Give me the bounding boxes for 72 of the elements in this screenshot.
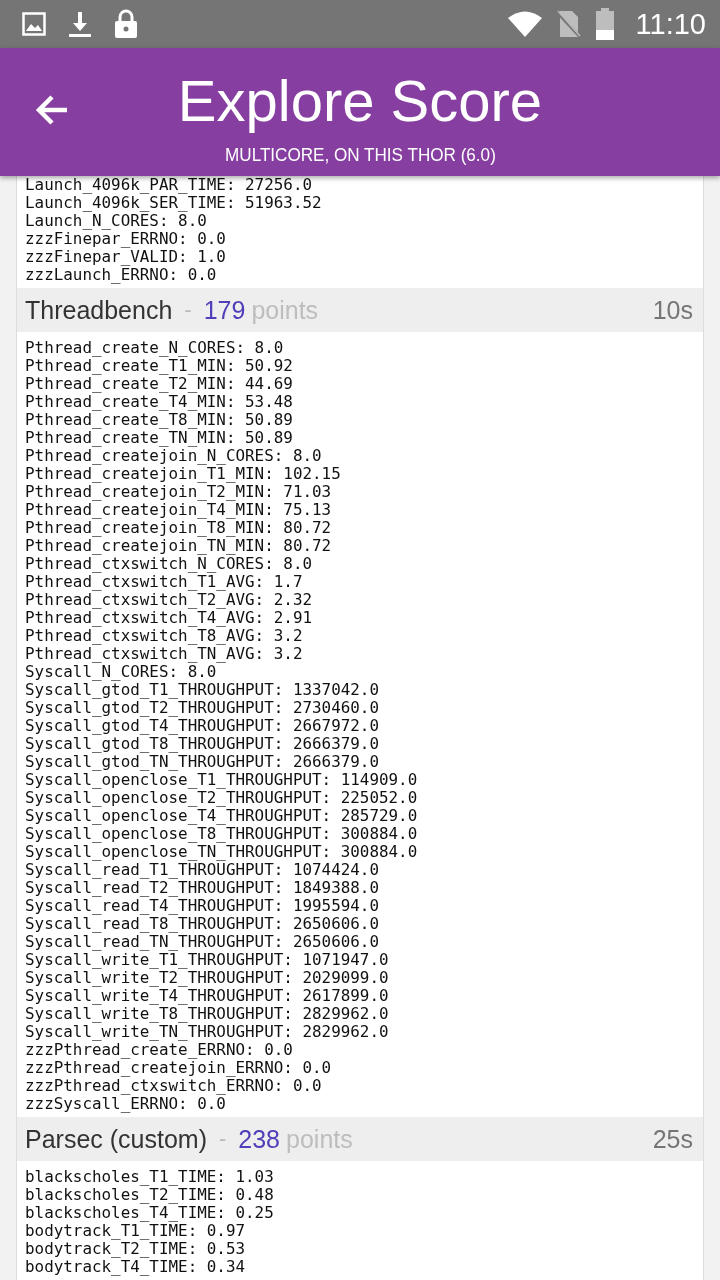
result-line: Syscall_gtod_T4_THROUGHPUT: 2667972.0 [25,717,380,735]
wifi-icon [507,11,542,37]
page-title: Explore Score [177,70,543,132]
result-line: Pthread_ctxswitch_T2_AVG: 2.32 [25,591,313,609]
download-icon [68,10,92,38]
result-line: Pthread_ctxswitch_TN_AVG: 3.2 [25,645,304,663]
result-line: Syscall_read_T4_THROUGHPUT: 1995594.0 [25,897,380,915]
result-line: Pthread_create_T2_MIN: 44.69 [25,375,294,393]
result-line: Syscall_openclose_T1_THROUGHPUT: 114909.0 [25,771,419,789]
result-line: Pthread_createjoin_T2_MIN: 71.03 [25,483,333,501]
result-line: Syscall_write_TN_THROUGHPUT: 2829962.0 [25,1023,390,1041]
result-line: Syscall_read_T2_THROUGHPUT: 1849388.0 [25,879,380,897]
result-line: bodytrack_T1_TIME: 0.97 [25,1222,247,1240]
result-line: Syscall_openclose_T4_THROUGHPUT: 285729.0 [25,807,419,825]
result-line: Pthread_create_T8_MIN: 50.89 [25,411,294,429]
result-line: Pthread_create_T1_MIN: 50.92 [25,357,294,375]
result-line: zzzPthread_ctxswitch_ERRNO: 0.0 [25,1077,323,1095]
result-line: blackscholes_T4_TIME: 0.25 [25,1204,275,1222]
result-line: Pthread_create_N_CORES: 8.0 [25,339,285,357]
result-line: zzzSyscall_ERRNO: 0.0 [25,1095,226,1113]
duration-text: 10s [652,295,693,325]
result-line: Syscall_gtod_T1_THROUGHPUT: 1337042.0 [25,681,380,699]
result-line: blackscholes_T1_TIME: 1.03 [25,1168,275,1186]
section-title: Parsec (custom) [25,1124,207,1154]
result-line: Pthread_create_TN_MIN: 50.89 [25,429,294,447]
separator-dash: - [219,1126,227,1152]
result-line: zzzPthread_create_ERRNO: 0.0 [25,1041,294,1059]
points-value: 179 [203,295,246,325]
result-line: Syscall_write_T8_THROUGHPUT: 2829962.0 [25,1005,390,1023]
result-line: bodytrack_T4_TIME: 0.34 [25,1258,247,1276]
result-line: zzzPthread_createjoin_ERRNO: 0.0 [25,1059,333,1077]
result-line: bodytrack_T2_TIME: 0.53 [25,1240,247,1258]
separator-dash: - [184,297,192,323]
duration-text: 25s [652,1124,693,1154]
result-line: Launch_N_CORES: 8.0 [25,212,207,230]
result-line: Pthread_create_T4_MIN: 53.48 [25,393,294,411]
no-sim-icon [555,9,582,39]
result-line: Syscall_gtod_T8_THROUGHPUT: 2666379.0 [25,735,380,753]
result-line: Syscall_gtod_TN_THROUGHPUT: 2666379.0 [25,753,380,771]
page-subtitle: MULTICORE, ON THIS THOR (6.0) [224,144,496,166]
result-line: zzzFinepar_VALID: 1.0 [25,248,227,266]
result-line: Syscall_openclose_T8_THROUGHPUT: 300884.0 [25,825,419,843]
result-line: Pthread_createjoin_T8_MIN: 80.72 [25,519,333,537]
section-title: Threadbench [25,295,173,325]
result-line: Launch_4096k_SER_TIME: 51963.52 [25,194,323,212]
result-line: Pthread_ctxswitch_T4_AVG: 2.91 [25,609,313,627]
result-line: Syscall_read_T1_THROUGHPUT: 1074424.0 [25,861,380,879]
result-line: Syscall_openclose_T2_THROUGHPUT: 225052.0 [25,789,419,807]
result-line: Pthread_ctxswitch_T8_AVG: 3.2 [25,627,304,645]
result-line: Syscall_read_TN_THROUGHPUT: 2650606.0 [25,933,380,951]
result-line: Pthread_ctxswitch_T1_AVG: 1.7 [25,573,304,591]
result-line: Syscall_gtod_T2_THROUGHPUT: 2730460.0 [25,699,380,717]
result-line: Pthread_createjoin_N_CORES: 8.0 [25,447,323,465]
result-line: Pthread_createjoin_TN_MIN: 80.72 [25,537,333,555]
result-line: Pthread_ctxswitch_N_CORES: 8.0 [25,555,313,573]
result-line: Syscall_write_T4_THROUGHPUT: 2617899.0 [25,987,390,1005]
clock-time: 11:10 [635,7,706,41]
result-line: blackscholes_T2_TIME: 0.48 [25,1186,275,1204]
result-line: zzzLaunch_ERRNO: 0.0 [25,266,218,284]
result-line: Launch_4096k_PAR_TIME: 27256.0 [25,176,313,194]
lock-icon [114,9,138,39]
result-line: Syscall_read_T8_THROUGHPUT: 2650606.0 [25,915,380,933]
result-line: Pthread_createjoin_T1_MIN: 102.15 [25,465,342,483]
points-value: 238 [238,1124,281,1154]
battery-icon [595,8,614,40]
result-line: Syscall_write_T2_THROUGHPUT: 2029099.0 [25,969,390,987]
result-line: Syscall_write_T1_THROUGHPUT: 1071947.0 [25,951,390,969]
result-line: zzzFinepar_ERRNO: 0.0 [25,230,227,248]
result-line: Syscall_openclose_TN_THROUGHPUT: 300884.0 [25,843,419,861]
image-icon [22,12,46,36]
result-line: Pthread_createjoin_T4_MIN: 75.13 [25,501,333,519]
result-line: Syscall_N_CORES: 8.0 [25,663,217,681]
